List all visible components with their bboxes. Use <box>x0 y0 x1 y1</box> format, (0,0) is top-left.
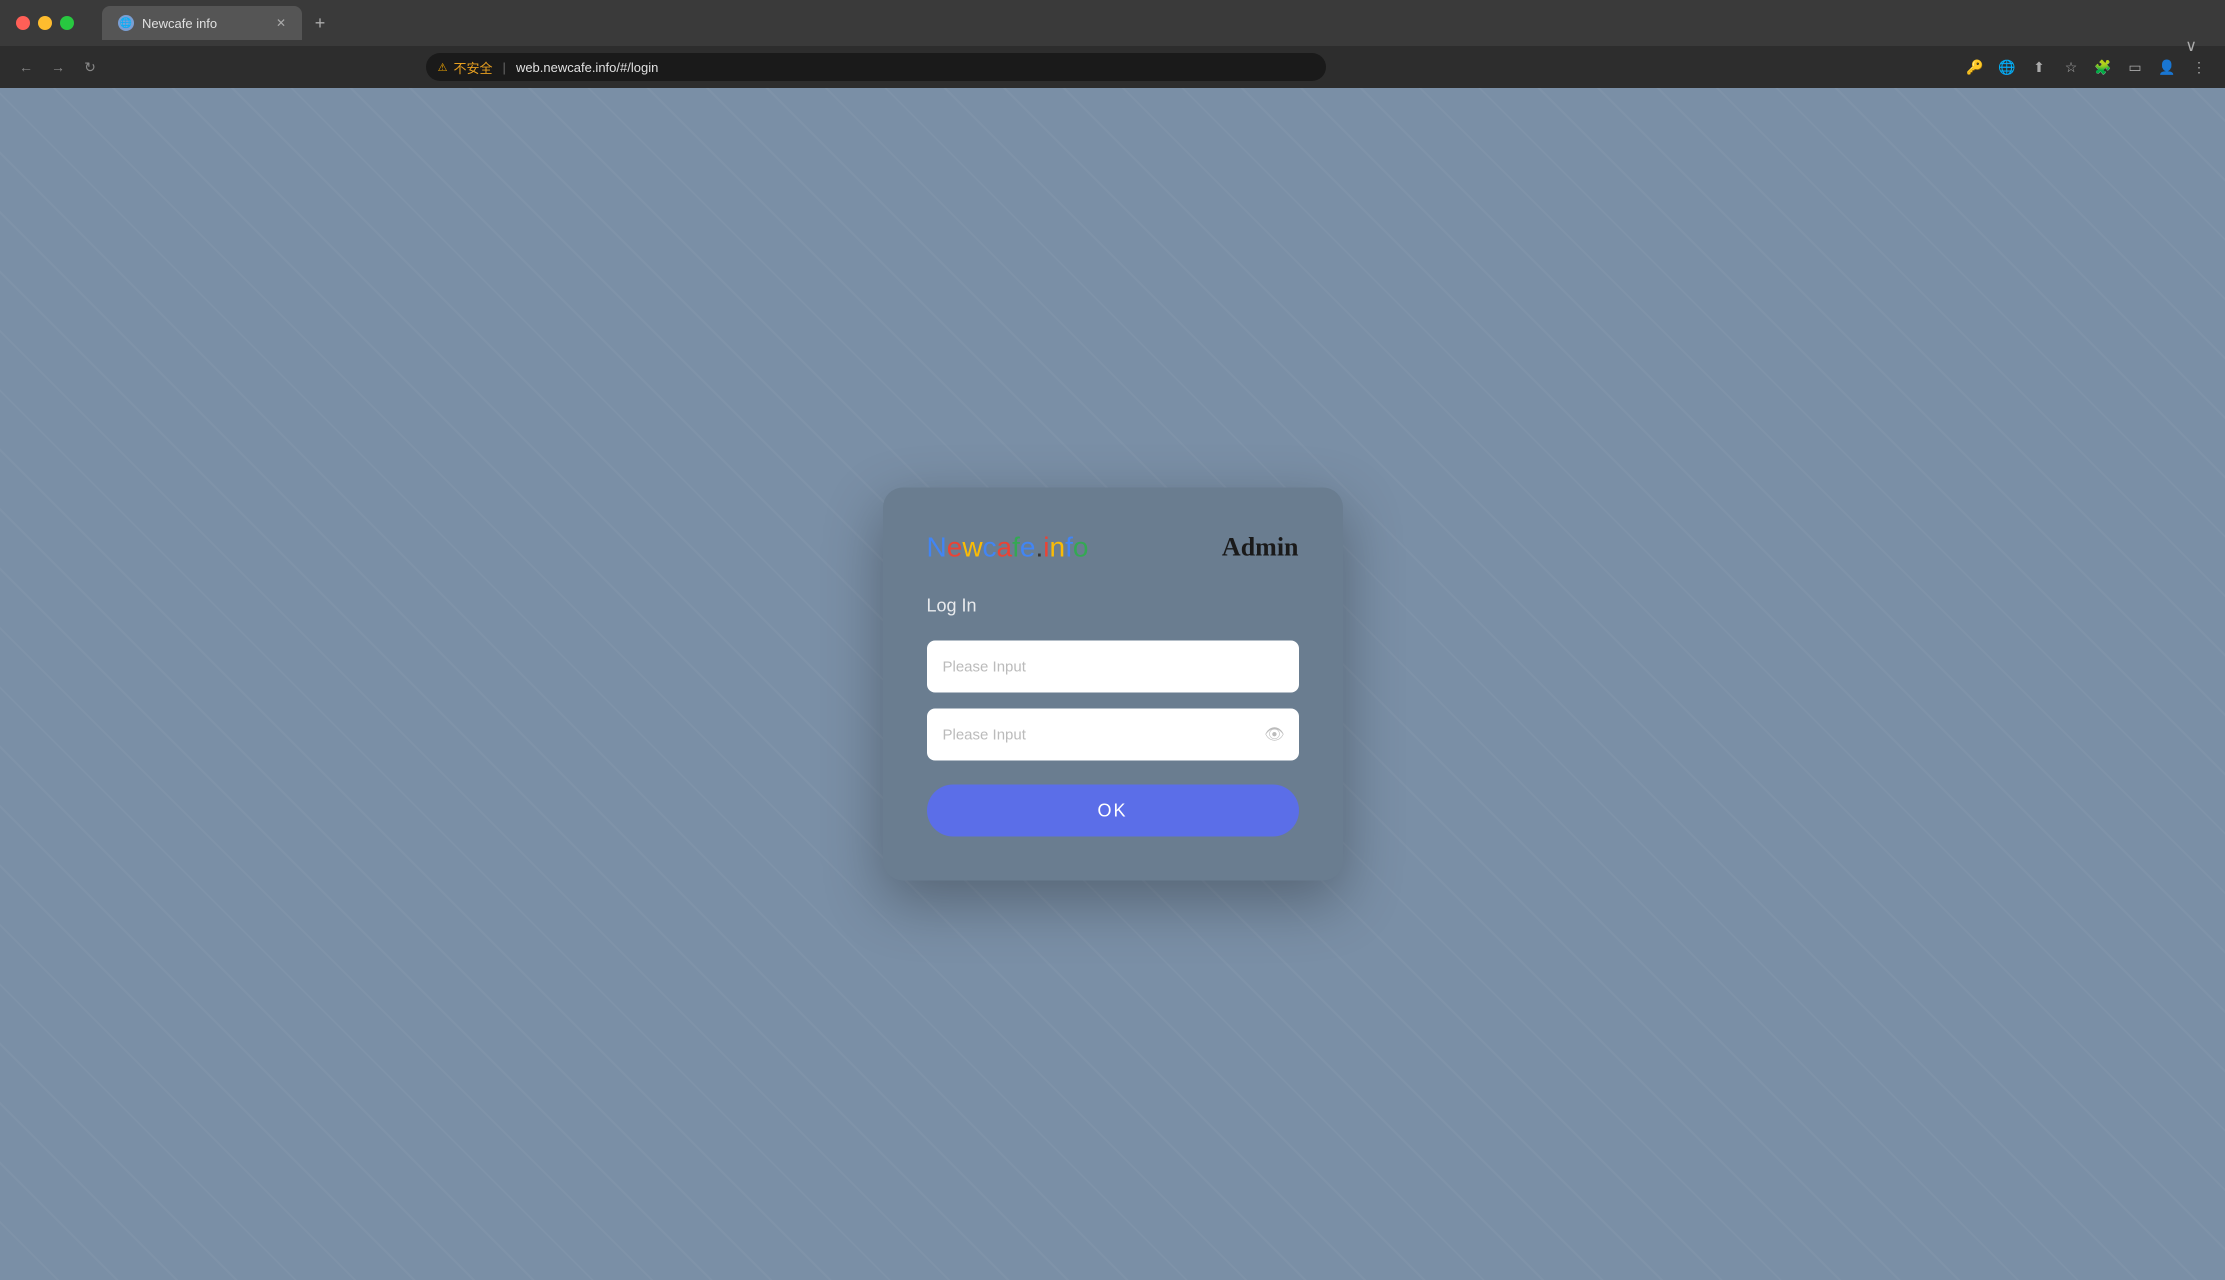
tab-close-icon[interactable]: ✕ <box>276 16 286 30</box>
tab-bar: 🌐 Newcafe info ✕ + <box>102 6 2185 40</box>
ok-button[interactable]: OK <box>927 785 1299 837</box>
share-icon[interactable]: ⬆ <box>2025 53 2053 81</box>
tab-title: Newcafe info <box>142 16 217 31</box>
browser-titlebar: 🌐 Newcafe info ✕ + ∨ <box>0 0 2225 46</box>
new-tab-button[interactable]: + <box>306 9 334 37</box>
logo-letter-e2: e <box>1020 532 1036 563</box>
admin-label: Admin <box>1222 533 1299 563</box>
logo-letter-c: c <box>983 532 997 563</box>
reload-button[interactable]: ↻ <box>76 53 104 81</box>
back-button[interactable]: ← <box>12 53 40 81</box>
logo-letter-a: a <box>997 532 1013 563</box>
forward-button[interactable]: → <box>44 53 72 81</box>
toolbar-icons: 🔑 🌐 ⬆ ☆ 🧩 ▭ 👤 ⋮ <box>1961 53 2213 81</box>
account-icon[interactable]: 👤 <box>2153 53 2181 81</box>
address-bar: ← → ↻ ⚠ 不安全 | web.newcafe.info/#/login 🔑… <box>0 46 2225 88</box>
logo: Newcafe.info <box>927 532 1089 564</box>
username-input[interactable] <box>927 641 1299 693</box>
password-field-wrapper: 👁 <box>927 709 1299 761</box>
translate-icon[interactable]: 🌐 <box>1993 53 2021 81</box>
maximize-button[interactable] <box>60 16 74 30</box>
url-separator: | <box>503 60 506 75</box>
tabs-menu-icon[interactable]: ∨ <box>2185 36 2197 56</box>
nav-buttons: ← → ↻ <box>12 53 104 81</box>
show-password-icon[interactable]: 👁 <box>1264 725 1284 745</box>
card-header: Newcafe.info Admin <box>927 532 1299 564</box>
logo-letter-o: o <box>1073 532 1089 563</box>
password-input[interactable] <box>927 709 1299 761</box>
sidebar-icon[interactable]: ▭ <box>2121 53 2149 81</box>
extensions-icon[interactable]: 🧩 <box>2089 53 2117 81</box>
username-field-wrapper <box>927 641 1299 693</box>
browser-chrome: 🌐 Newcafe info ✕ + ∨ ← → ↻ ⚠ 不安全 | web.n… <box>0 0 2225 88</box>
login-title: Log In <box>927 596 1299 617</box>
login-card: Newcafe.info Admin Log In 👁 OK <box>883 488 1343 881</box>
logo-letter-N: N <box>927 532 947 563</box>
key-icon[interactable]: 🔑 <box>1961 53 1989 81</box>
traffic-lights <box>16 16 74 30</box>
logo-letter-e: e <box>947 532 963 563</box>
active-tab[interactable]: 🌐 Newcafe info ✕ <box>102 6 302 40</box>
logo-dot: . <box>1035 532 1043 563</box>
address-input-bar[interactable]: ⚠ 不安全 | web.newcafe.info/#/login <box>426 53 1326 81</box>
menu-icon[interactable]: ⋮ <box>2185 53 2213 81</box>
tab-favicon: 🌐 <box>118 15 134 31</box>
logo-letter-n: n <box>1050 532 1066 563</box>
minimize-button[interactable] <box>38 16 52 30</box>
security-label: 不安全 <box>454 58 493 77</box>
logo-letter-w: w <box>962 532 982 563</box>
browser-content: Newcafe.info Admin Log In 👁 OK <box>0 88 2225 1280</box>
security-warning-icon: ⚠ <box>438 61 448 74</box>
bookmark-icon[interactable]: ☆ <box>2057 53 2085 81</box>
close-button[interactable] <box>16 16 30 30</box>
url-text: web.newcafe.info/#/login <box>516 60 658 75</box>
